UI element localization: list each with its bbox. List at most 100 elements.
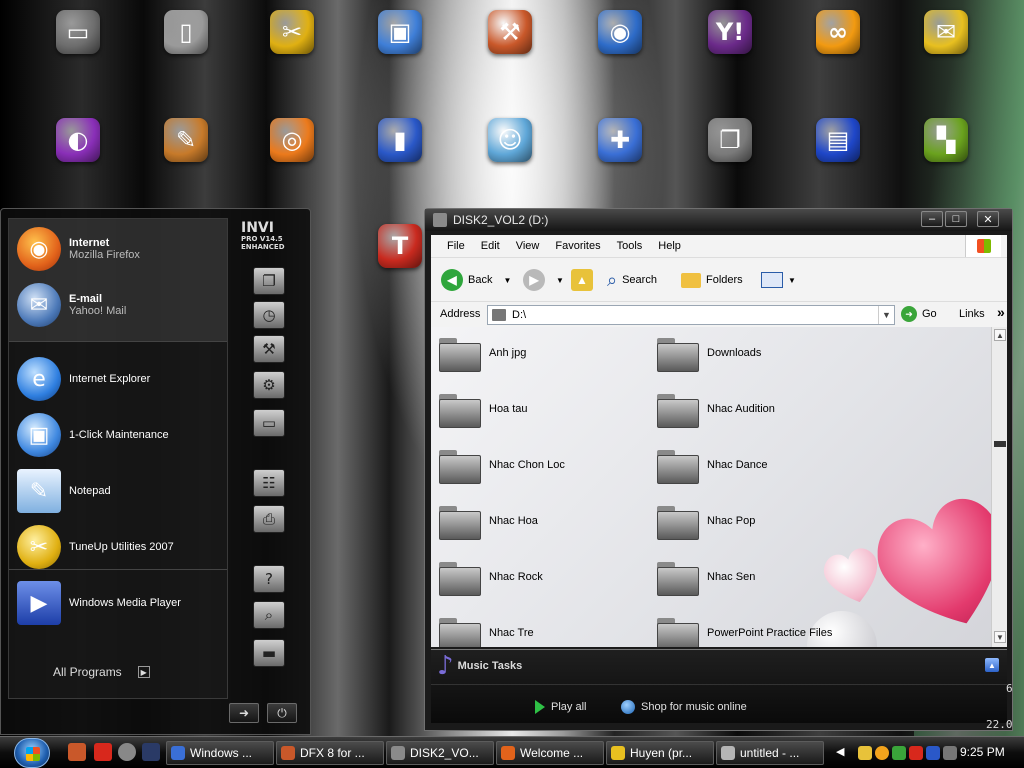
- folder-item[interactable]: Anh jpg: [437, 331, 647, 375]
- links-button[interactable]: Links: [959, 308, 985, 320]
- tray-icon[interactable]: [892, 746, 906, 760]
- folder-item[interactable]: Nhac Chon Loc: [437, 443, 647, 487]
- documents-icon[interactable]: ❐: [704, 114, 756, 166]
- pinned-item-email[interactable]: ✉ E-mail Yahoo! Mail: [17, 279, 222, 331]
- recent-item-notepad[interactable]: ✎ Notepad: [17, 465, 222, 517]
- quick-launch-icon[interactable]: [142, 743, 160, 761]
- menu-file[interactable]: File: [447, 240, 465, 252]
- blue-folder-icon[interactable]: ▮: [374, 114, 426, 166]
- vertical-scrollbar[interactable]: ▲ ▼: [991, 327, 1007, 647]
- cleaner-app-icon[interactable]: ▚: [920, 114, 972, 166]
- menu-favorites[interactable]: Favorites: [555, 240, 600, 252]
- network-icon[interactable]: ⚙: [253, 371, 285, 399]
- scroll-thumb[interactable]: [994, 441, 1006, 447]
- music-tasks-header[interactable]: ♪ Music Tasks: [437, 651, 522, 681]
- recycle-bin-icon[interactable]: ▯: [160, 6, 212, 58]
- documents-icon[interactable]: ❐: [253, 267, 285, 295]
- taskbar-button[interactable]: DFX 8 for ...: [276, 741, 384, 765]
- book-app-icon[interactable]: T: [374, 220, 426, 272]
- menu-tools[interactable]: Tools: [617, 240, 643, 252]
- printer-icon[interactable]: ⎙: [253, 505, 285, 533]
- go-button[interactable]: ➜ Go: [901, 306, 937, 322]
- firefox-browser-icon[interactable]: ◉: [594, 6, 646, 58]
- network-app-icon[interactable]: ✚: [594, 114, 646, 166]
- back-button[interactable]: ◀ Back ▼: [441, 267, 511, 293]
- computer-icon[interactable]: ▭: [52, 6, 104, 58]
- folder-item[interactable]: Nhac Sen: [655, 555, 865, 599]
- taskbar-button[interactable]: untitled - ...: [716, 741, 824, 765]
- taskbar-button[interactable]: Welcome ...: [496, 741, 604, 765]
- taskbar-button[interactable]: DISK2_VO...: [386, 741, 494, 765]
- all-programs-button[interactable]: All Programs ▶: [53, 665, 150, 679]
- taskbar-button[interactable]: Windows ...: [166, 741, 274, 765]
- close-button[interactable]: ✕: [977, 211, 999, 227]
- folder-item[interactable]: Nhac Rock: [437, 555, 647, 599]
- search-button[interactable]: ⌕ Search: [607, 267, 657, 293]
- recent-item-1-click-maintenance[interactable]: ▣ 1-Click Maintenance: [17, 409, 222, 461]
- taskbar-button[interactable]: Huyen (pr...: [606, 741, 714, 765]
- tray-icon[interactable]: [943, 746, 957, 760]
- tuneup-tools-icon[interactable]: ✂: [266, 6, 318, 58]
- folder-item[interactable]: Nhac Dance: [655, 443, 865, 487]
- folder-item[interactable]: Hoa tau: [437, 387, 647, 431]
- avatar-app-icon[interactable]: ☺: [484, 114, 536, 166]
- tray-icon[interactable]: [926, 746, 940, 760]
- control-panel-icon[interactable]: ☷: [253, 469, 285, 497]
- maximize-button[interactable]: □: [945, 211, 967, 227]
- start-button[interactable]: [14, 738, 50, 768]
- media-app-icon[interactable]: ◐: [52, 114, 104, 166]
- help-icon[interactable]: ?: [253, 565, 285, 593]
- pinned-item-internet[interactable]: ◉ Internet Mozilla Firefox: [17, 223, 222, 275]
- shop-music-link[interactable]: Shop for music online: [621, 700, 747, 714]
- tray-icon[interactable]: [875, 746, 889, 760]
- run-icon[interactable]: ▬: [253, 639, 285, 667]
- folder-item[interactable]: PowerPoint Practice Files: [655, 611, 865, 647]
- folder-item[interactable]: Nhac Audition: [655, 387, 865, 431]
- minimize-button[interactable]: –: [921, 211, 943, 227]
- tray-icon[interactable]: [858, 746, 872, 760]
- switch-user-button[interactable]: ➜: [229, 703, 259, 723]
- clock-icon[interactable]: ◷: [253, 301, 285, 329]
- chevron-right-icon[interactable]: »: [997, 304, 1005, 320]
- quick-launch-icon[interactable]: [68, 743, 86, 761]
- camera-icon[interactable]: ◎: [266, 114, 318, 166]
- recent-item-internet-explorer[interactable]: e Internet Explorer: [17, 353, 222, 405]
- quick-launch-icon[interactable]: [118, 743, 136, 761]
- play-all-link[interactable]: Play all: [535, 700, 586, 714]
- scroll-down-icon[interactable]: ▼: [994, 631, 1006, 643]
- folder-item[interactable]: Nhac Tre: [437, 611, 647, 647]
- folders-button[interactable]: Folders: [681, 267, 743, 293]
- clock[interactable]: 9:25 PM: [960, 745, 1005, 759]
- control-tools-icon[interactable]: ⚒: [484, 6, 536, 58]
- menu-edit[interactable]: Edit: [481, 240, 500, 252]
- floppy-save-icon[interactable]: ▤: [812, 114, 864, 166]
- quick-launch-icon[interactable]: [94, 743, 112, 761]
- folder-item[interactable]: Nhac Hoa: [437, 499, 647, 543]
- menu-help[interactable]: Help: [658, 240, 681, 252]
- folder-item[interactable]: Nhac Pop: [655, 499, 865, 543]
- recent-item-windows-media-player[interactable]: ▶ Windows Media Player: [17, 577, 222, 629]
- search-icon[interactable]: ⌕: [253, 601, 285, 629]
- recent-item-tuneup-utilities[interactable]: ✂ TuneUp Utilities 2007: [17, 521, 222, 573]
- views-button[interactable]: ▼: [761, 267, 796, 293]
- chevron-down-icon[interactable]: ▼: [878, 306, 894, 324]
- up-folder-button[interactable]: ▲: [571, 267, 593, 293]
- chat-app-icon[interactable]: ∞: [812, 6, 864, 58]
- shutdown-button[interactable]: ⏻: [267, 703, 297, 723]
- tools-icon[interactable]: ⚒: [253, 335, 285, 363]
- computer-icon[interactable]: ▭: [253, 409, 285, 437]
- address-field[interactable]: ▼: [487, 305, 895, 325]
- collapse-icon[interactable]: ▲: [985, 658, 999, 672]
- paint-palette-icon[interactable]: ✎: [160, 114, 212, 166]
- forward-button[interactable]: ▶ ▼: [523, 267, 564, 293]
- maintenance-icon[interactable]: ▣: [374, 6, 426, 58]
- scroll-up-icon[interactable]: ▲: [994, 329, 1006, 341]
- gift-mailbox-icon[interactable]: ✉: [920, 6, 972, 58]
- chevron-left-icon[interactable]: ◀: [836, 745, 844, 758]
- address-input[interactable]: [512, 309, 872, 321]
- yahoo-messenger-icon[interactable]: Y!: [704, 6, 756, 58]
- menu-view[interactable]: View: [516, 240, 540, 252]
- title-bar[interactable]: DISK2_VOL2 (D:) – □ ✕: [425, 209, 1012, 231]
- tray-icon[interactable]: [909, 746, 923, 760]
- folder-item[interactable]: Downloads: [655, 331, 865, 375]
